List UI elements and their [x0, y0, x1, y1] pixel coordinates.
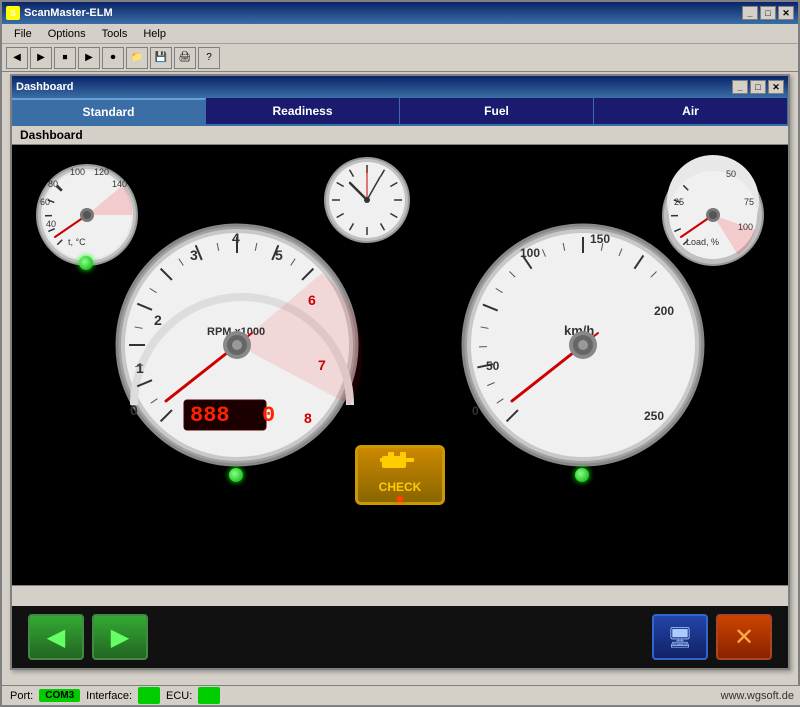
rpm-indicator-light — [229, 468, 243, 482]
svg-text:888: 888 — [190, 403, 230, 428]
tab-air[interactable]: Air — [594, 98, 788, 124]
tab-standard[interactable]: Standard — [12, 98, 206, 124]
menu-file[interactable]: File — [6, 26, 40, 42]
menu-tools[interactable]: Tools — [94, 26, 136, 42]
toolbar-btn-8[interactable]: 🖨 — [174, 47, 196, 69]
back-button[interactable]: ◀ — [28, 614, 84, 660]
svg-text:t, °C: t, °C — [68, 237, 86, 247]
outer-window-controls: _ □ ✕ — [742, 6, 794, 20]
svg-text:80: 80 — [48, 179, 58, 189]
svg-text:0: 0 — [130, 402, 138, 418]
outer-window-title: ScanMaster-ELM — [24, 7, 113, 19]
minimize-button[interactable]: _ — [742, 6, 758, 20]
toolbar-btn-5[interactable]: ⏺ — [102, 47, 124, 69]
h-scrollbar[interactable] — [12, 585, 788, 599]
check-engine-light: CHECK — [355, 445, 445, 505]
forward-button[interactable]: ▶ — [92, 614, 148, 660]
toolbar-btn-6[interactable]: 📁 — [126, 47, 148, 69]
svg-text:2: 2 — [154, 312, 162, 328]
toolbar-btn-3[interactable]: ⏹ — [54, 47, 76, 69]
svg-text:1: 1 — [136, 360, 144, 376]
close-button[interactable]: ✕ — [778, 6, 794, 20]
toolbar-btn-2[interactable]: ▶ — [30, 47, 52, 69]
temp-indicator-light — [79, 256, 93, 270]
port-value: COM3 — [39, 689, 80, 702]
toolbar: ◀ ▶ ⏹ ▶ ⏺ 📁 💾 🖨 ? — [2, 44, 798, 72]
svg-text:150: 150 — [590, 232, 610, 246]
toolbar-btn-1[interactable]: ◀ — [6, 47, 28, 69]
svg-text:60: 60 — [40, 197, 50, 207]
svg-text:8: 8 — [304, 410, 312, 426]
interface-label: Interface: — [86, 690, 132, 702]
svg-text:0: 0 — [262, 403, 275, 428]
right-button-group: 🖥 ✕ — [652, 614, 772, 660]
bottom-nav-bar: ◀ ▶ 🖥 ✕ — [12, 606, 788, 668]
svg-text:40: 40 — [46, 219, 56, 229]
monitor-button[interactable]: 🖥 — [652, 614, 708, 660]
rpm-gauge: 0 1 2 3 4 5 — [112, 205, 362, 488]
back-icon: ◀ — [47, 623, 65, 652]
nav-button-group: ◀ ▶ — [28, 614, 148, 660]
exit-icon: ✕ — [734, 623, 754, 652]
svg-text:6: 6 — [308, 292, 316, 308]
app-icon: S — [6, 6, 20, 20]
speed-gauge: 0 50 100 150 200 250 — [458, 205, 708, 488]
svg-text:0: 0 — [472, 404, 479, 418]
dash-close-button[interactable]: ✕ — [768, 80, 784, 94]
speed-indicator-light — [575, 468, 589, 482]
website-url: www.wgsoft.de — [721, 690, 794, 702]
monitor-icon: 🖥 — [667, 625, 692, 650]
svg-text:200: 200 — [654, 304, 674, 318]
toolbar-btn-7[interactable]: 💾 — [150, 47, 172, 69]
dashboard-title-bar: Dashboard _ □ ✕ — [12, 76, 788, 98]
interface-value — [138, 687, 160, 704]
gauge-area: 40 60 80 100 120 140 t, °C — [12, 145, 788, 585]
check-dot — [397, 496, 403, 502]
tab-bar: Standard Readiness Fuel Air — [12, 98, 788, 126]
dashboard-window: Dashboard _ □ ✕ Standard Readiness Fuel … — [10, 74, 790, 670]
ecu-label: ECU: — [166, 690, 192, 702]
dashboard-label: Dashboard — [12, 126, 788, 145]
toolbar-btn-4[interactable]: ▶ — [78, 47, 100, 69]
svg-text:50: 50 — [486, 359, 500, 373]
svg-text:75: 75 — [744, 197, 754, 207]
dash-maximize-button[interactable]: □ — [750, 80, 766, 94]
svg-text:250: 250 — [644, 409, 664, 423]
svg-text:120: 120 — [94, 167, 109, 177]
maximize-button[interactable]: □ — [760, 6, 776, 20]
outer-window: S ScanMaster-ELM _ □ ✕ File Options Tool… — [0, 0, 800, 707]
svg-text:7: 7 — [318, 357, 326, 373]
check-text: CHECK — [379, 480, 422, 494]
status-bar: Port: COM3 Interface: ECU: www.wgsoft.de — [2, 685, 800, 705]
exit-button[interactable]: ✕ — [716, 614, 772, 660]
svg-text:50: 50 — [726, 169, 736, 179]
outer-title-bar: S ScanMaster-ELM _ □ ✕ — [2, 2, 798, 24]
dash-minimize-button[interactable]: _ — [732, 80, 748, 94]
svg-text:100: 100 — [70, 167, 85, 177]
toolbar-btn-9[interactable]: ? — [198, 47, 220, 69]
dashboard-window-controls: _ □ ✕ — [732, 80, 784, 94]
port-label: Port: — [10, 690, 33, 702]
menu-help[interactable]: Help — [135, 26, 174, 42]
dashboard-title: Dashboard — [16, 81, 73, 93]
ecu-value — [198, 687, 220, 704]
menu-options[interactable]: Options — [40, 26, 94, 42]
tab-fuel[interactable]: Fuel — [400, 98, 594, 124]
tab-readiness[interactable]: Readiness — [206, 98, 400, 124]
forward-icon: ▶ — [111, 623, 129, 652]
menu-bar: File Options Tools Help — [2, 24, 798, 44]
